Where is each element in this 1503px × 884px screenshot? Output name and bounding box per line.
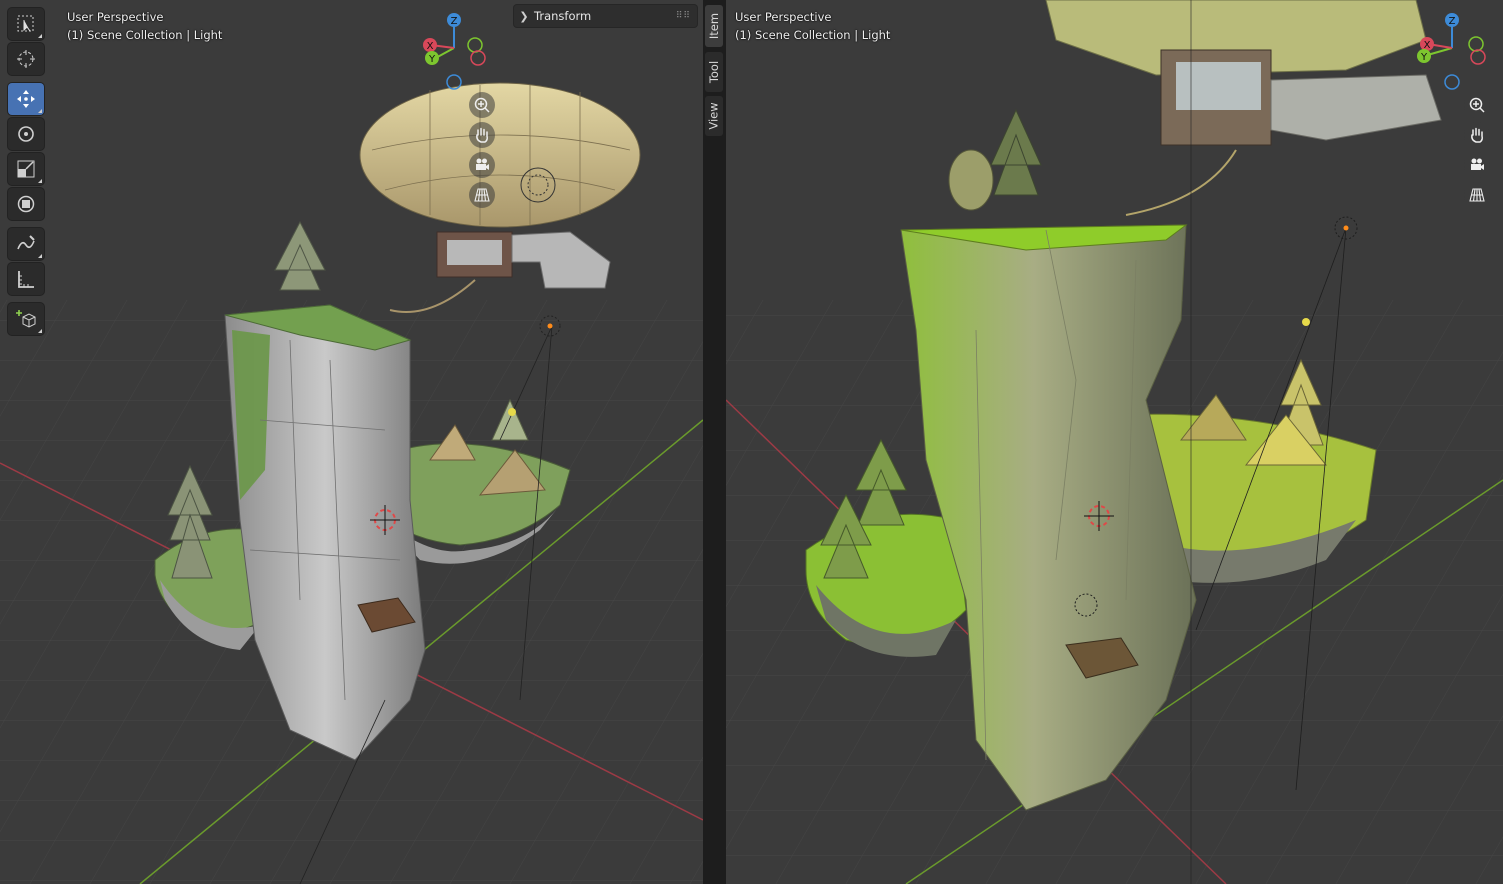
cursor-icon bbox=[17, 50, 35, 68]
add-cube-tool[interactable] bbox=[8, 303, 44, 335]
right-3d-viewport[interactable]: User Perspective (1) Scene Collection | … bbox=[726, 0, 1503, 884]
hand-icon bbox=[476, 127, 488, 143]
add-cube-icon bbox=[16, 310, 36, 328]
transform-tool[interactable] bbox=[8, 188, 44, 220]
camera-view-button[interactable] bbox=[469, 152, 495, 178]
navigation-gizmo[interactable]: Z X Y bbox=[414, 10, 494, 90]
rotate-tool[interactable] bbox=[8, 118, 44, 150]
scale-icon bbox=[17, 160, 35, 178]
drag-grip-icon[interactable]: ⠿⠿ bbox=[676, 11, 691, 21]
collection-label: (1) Scene Collection | Light bbox=[67, 28, 223, 42]
svg-text:Y: Y bbox=[1420, 52, 1428, 63]
move-icon bbox=[17, 90, 35, 108]
tab-item[interactable]: Item bbox=[705, 5, 723, 47]
grid-perspective-icon bbox=[474, 188, 490, 202]
zoom-icon bbox=[474, 97, 490, 113]
view-name-label: User Perspective bbox=[735, 10, 832, 24]
viewport-info: User Perspective (1) Scene Collection | … bbox=[735, 8, 890, 44]
camera-icon bbox=[476, 158, 489, 170]
transform-panel-header[interactable]: ❯ Transform ⠿⠿ bbox=[514, 5, 697, 27]
view-name-label: User Perspective bbox=[67, 10, 164, 24]
left-3d-viewport[interactable]: User Perspective (1) Scene Collection | … bbox=[0, 0, 703, 884]
select-box-tool[interactable] bbox=[8, 8, 44, 40]
svg-text:X: X bbox=[427, 41, 434, 52]
annotate-icon bbox=[17, 235, 35, 250]
rotate-icon bbox=[18, 126, 34, 142]
svg-text:Z: Z bbox=[451, 16, 458, 27]
right-scene-render bbox=[726, 0, 1503, 884]
zoom-button[interactable] bbox=[1464, 92, 1490, 118]
svg-text:Z: Z bbox=[1449, 16, 1456, 27]
viewport-info: User Perspective (1) Scene Collection | … bbox=[67, 8, 222, 44]
zoom-button[interactable] bbox=[469, 92, 495, 118]
camera-view-button[interactable] bbox=[1464, 152, 1490, 178]
transform-icon bbox=[17, 195, 35, 213]
cursor-tool[interactable] bbox=[8, 43, 44, 75]
sidebar-tabs: Item Tool View bbox=[703, 0, 726, 884]
measure-tool[interactable] bbox=[8, 263, 44, 295]
grid-perspective-icon bbox=[1469, 188, 1485, 202]
select-box-icon bbox=[17, 15, 34, 32]
measure-icon bbox=[18, 271, 34, 288]
navigation-gizmo[interactable]: Z X Y bbox=[1412, 10, 1492, 90]
perspective-toggle-button[interactable] bbox=[1464, 182, 1490, 208]
chevron-right-icon: ❯ bbox=[519, 9, 529, 23]
hand-icon bbox=[1471, 127, 1483, 143]
collection-label: (1) Scene Collection | Light bbox=[735, 28, 891, 42]
pan-button[interactable] bbox=[1464, 122, 1490, 148]
left-scene-render bbox=[0, 82, 703, 884]
svg-text:Y: Y bbox=[428, 54, 436, 65]
camera-icon bbox=[1471, 158, 1484, 170]
tab-tool[interactable]: Tool bbox=[705, 52, 723, 92]
tab-view[interactable]: View bbox=[705, 96, 723, 136]
perspective-toggle-button[interactable] bbox=[469, 182, 495, 208]
pan-button[interactable] bbox=[469, 122, 495, 148]
tool-shelf bbox=[8, 8, 49, 338]
move-tool[interactable] bbox=[8, 83, 44, 115]
transform-panel-label: Transform bbox=[534, 9, 592, 23]
scale-tool[interactable] bbox=[8, 153, 44, 185]
zoom-icon bbox=[1469, 97, 1485, 113]
annotate-tool[interactable] bbox=[8, 228, 44, 260]
